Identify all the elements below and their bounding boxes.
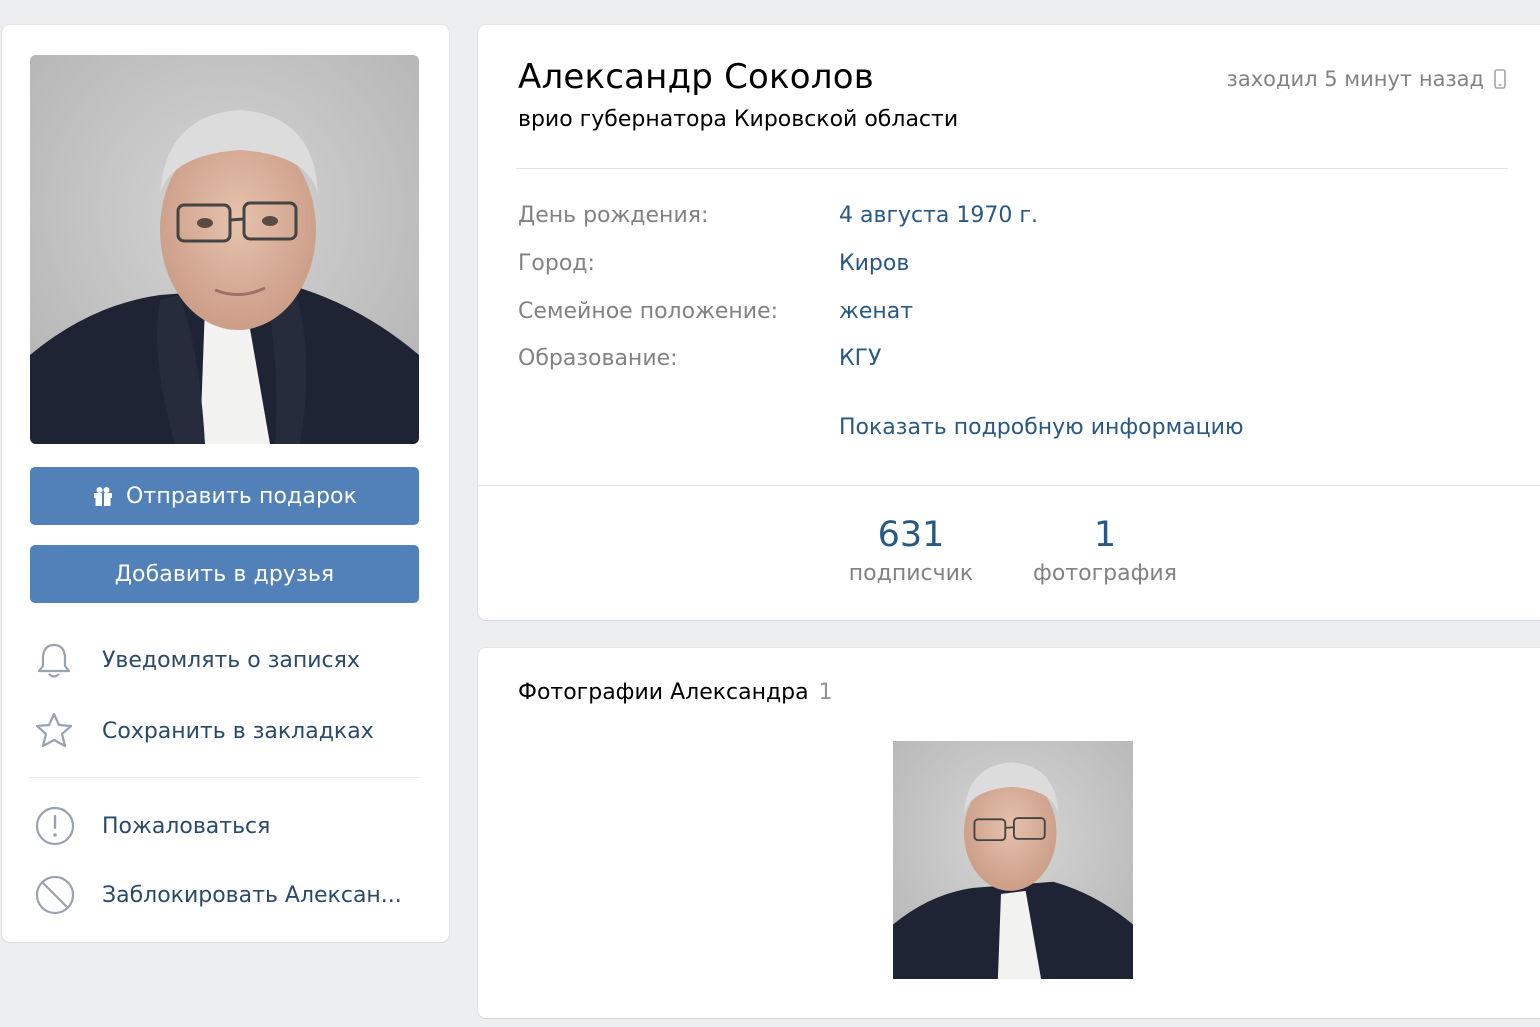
gift-icon [94,487,113,506]
report-action[interactable]: Пожаловаться [30,801,419,851]
profile-sidebar: Отправить подарок Добавить в друзья Увед… [2,25,449,942]
bookmark-action[interactable]: Сохранить в закладках [30,706,419,756]
info-row-city: Город: Киров [518,251,909,276]
profile-name: Александр Соколов [518,57,874,97]
avatar-photo [30,55,419,444]
profile-info-card: Александр Соколов врио губернатора Киров… [478,25,1540,620]
send-gift-label: Отправить подарок [126,483,357,509]
online-status-text: заходил 5 минут назад [1226,67,1484,91]
followers-counter[interactable]: 631 подписчик [844,515,978,586]
notify-posts-action[interactable]: Уведомлять о записях [30,635,419,685]
block-action[interactable]: Заблокировать Алексан... [30,870,419,920]
info-key: Образование: [518,346,678,371]
info-value[interactable]: женат [839,299,913,324]
divider [30,777,419,778]
photos-title-text: Фотографии Александра [518,680,809,705]
send-gift-button[interactable]: Отправить подарок [30,467,419,525]
info-key: Город: [518,251,595,276]
photos-card: Фотографии Александра 1 [478,648,1540,1018]
info-key: Семейное положение: [518,299,779,324]
photos-title-count: 1 [818,680,833,705]
block-icon [34,873,86,917]
photo-thumbnail-image [893,741,1133,979]
info-value[interactable]: Киров [839,251,909,276]
profile-avatar[interactable] [30,55,419,444]
photos-counter[interactable]: 1 фотография [1030,515,1180,586]
followers-count: 631 [877,515,945,555]
exclamation-icon [34,804,86,848]
block-label: Заблокировать Алексан... [102,882,402,908]
report-label: Пожаловаться [102,813,271,839]
followers-caption: подписчик [848,561,974,586]
info-row-education: Образование: КГУ [518,346,881,371]
add-friend-label: Добавить в друзья [114,561,335,587]
mobile-phone-icon [1494,69,1506,89]
photo-thumbnail[interactable] [893,741,1133,979]
star-icon [34,709,86,753]
divider [478,485,1540,486]
bell-icon [34,638,86,682]
divider [516,168,1508,169]
add-friend-button[interactable]: Добавить в друзья [30,545,419,603]
info-value[interactable]: КГУ [839,346,881,371]
photos-caption: фотография [1033,561,1177,586]
info-row-relationship: Семейное положение: женат [518,299,913,324]
info-value[interactable]: 4 августа 1970 г. [839,203,1038,228]
photos-count: 1 [1093,515,1117,555]
online-status: заходил 5 минут назад [1227,67,1506,91]
show-more-info-link[interactable]: Показать подробную информацию [839,415,1243,440]
photos-section-title[interactable]: Фотографии Александра 1 [518,680,833,705]
info-key: День рождения: [518,203,709,228]
notify-posts-label: Уведомлять о записях [102,647,360,673]
profile-status: врио губернатора Кировской области [518,107,959,132]
bookmark-label: Сохранить в закладках [102,718,374,744]
info-row-birthday: День рождения: 4 августа 1970 г. [518,203,1038,228]
